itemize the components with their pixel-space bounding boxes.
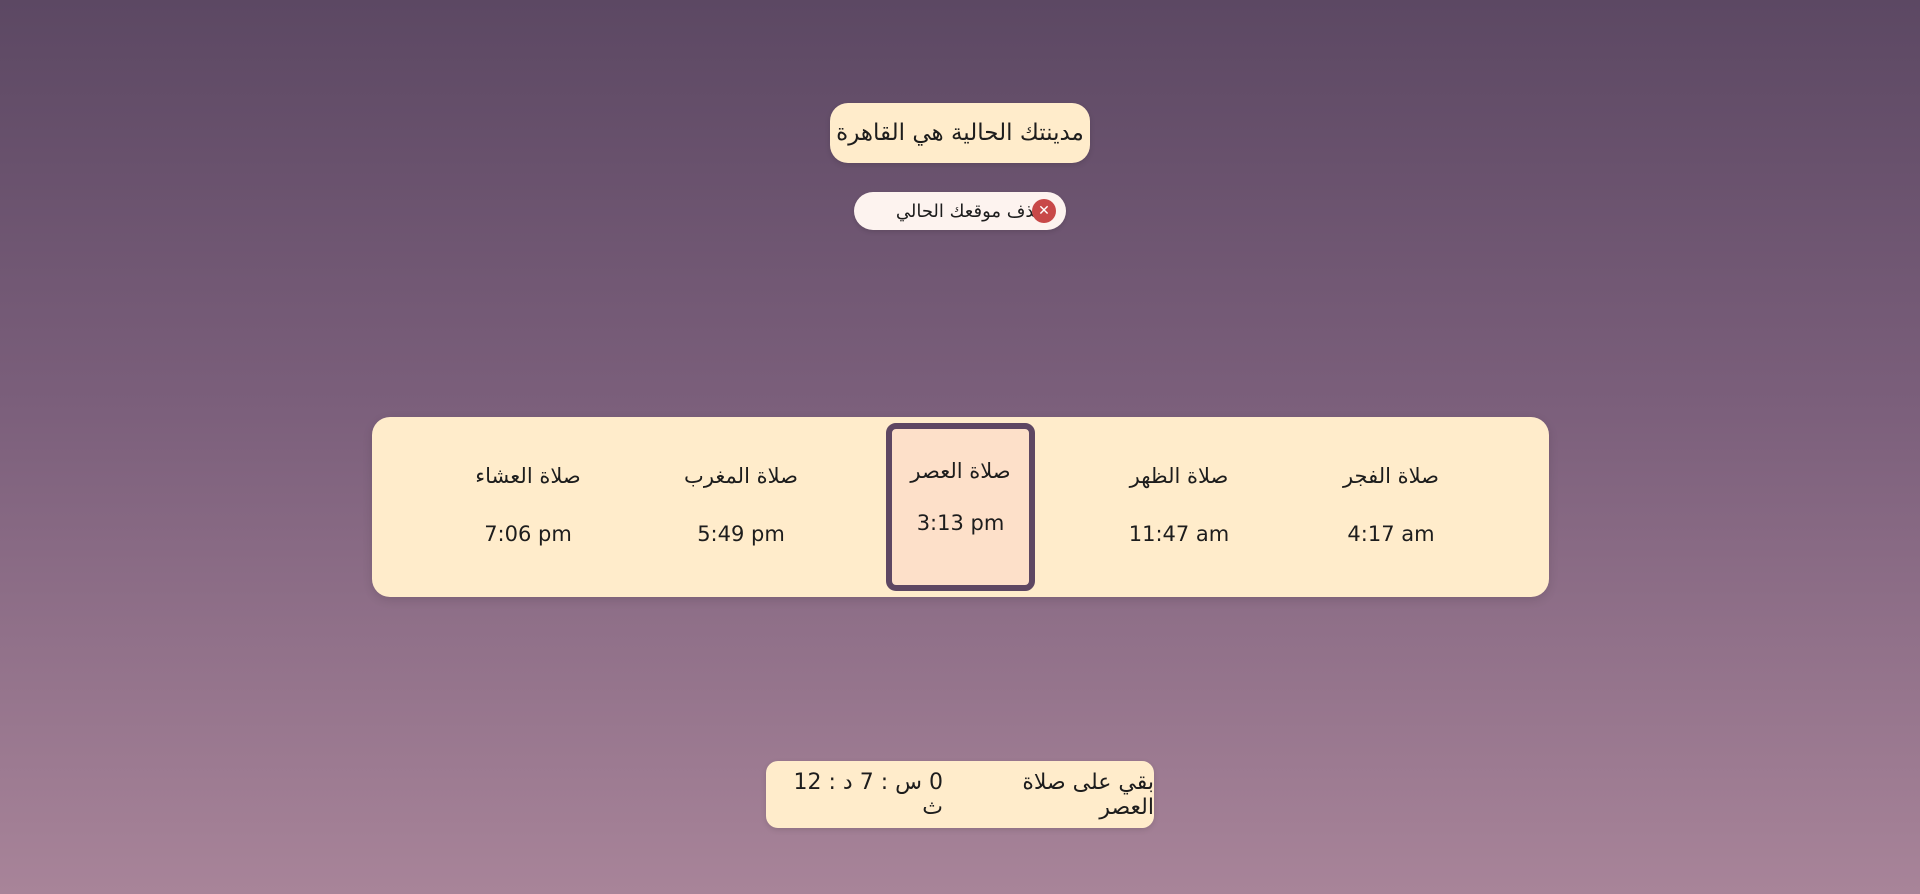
prayer-name: صلاة العصر [910,459,1011,483]
countdown-prefix: بقي على صلاة العصر [1022,769,1154,820]
prayer-maghrib: صلاة المغرب 5:49 pm [651,461,831,549]
prayer-name: صلاة العشاء [475,464,581,488]
prayer-asr-active: صلاة العصر 3:13 pm [886,423,1035,591]
countdown-remaining: 0 س : 7 د : 12 ث [793,769,943,820]
remove-location-button[interactable]: حذف موقعك الحالي ✕ [854,192,1066,230]
prayer-fajr: صلاة الفجر 4:17 am [1301,461,1481,549]
prayer-time: 5:49 pm [697,522,785,546]
current-city-text: مدينتك الحالية هي القاهرة [836,120,1084,146]
remove-location-label: حذف موقعك الحالي [895,200,1046,222]
prayer-name: صلاة الفجر [1342,464,1440,488]
current-city-label: مدينتك الحالية هي القاهرة [830,103,1090,163]
prayer-dhuhr: صلاة الظهر 11:47 am [1089,461,1269,549]
prayer-time: 7:06 pm [484,522,572,546]
prayer-isha: صلاة العشاء 7:06 pm [438,461,618,549]
next-prayer-countdown: بقي على صلاة العصر 0 س : 7 د : 12 ث [766,761,1154,828]
prayer-time: 4:17 am [1347,522,1435,546]
prayer-time: 3:13 pm [916,511,1005,535]
prayer-time: 11:47 am [1128,522,1230,546]
prayer-name: صلاة المغرب [684,464,798,488]
prayer-name: صلاة الظهر [1129,464,1229,488]
close-icon[interactable]: ✕ [1032,199,1056,223]
